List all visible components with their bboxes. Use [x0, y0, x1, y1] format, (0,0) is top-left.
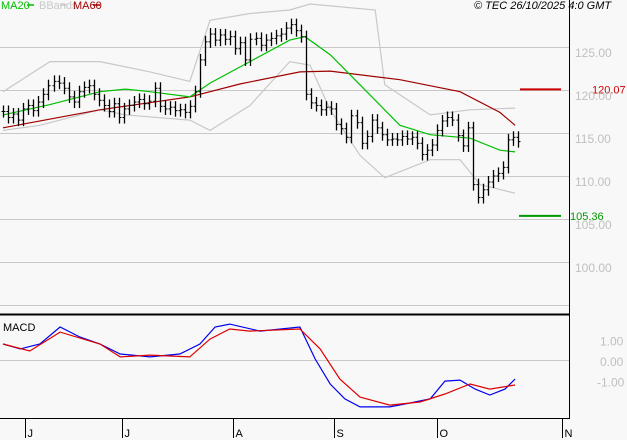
x-tick-label: J — [125, 428, 131, 440]
macd-tick-label: 0.00 — [600, 355, 624, 369]
signal-line — [2, 328, 516, 406]
macd-panel-title: MACD — [3, 322, 35, 334]
y-tick-label: 125.00 — [575, 46, 612, 60]
legend-ma20-label: MA20 — [1, 0, 30, 12]
y-axis-labels: 125.00 120.00 115.00 110.00 105.00 100.00 1.00… — [575, 46, 625, 390]
price-gridlines — [0, 47, 569, 306]
bbands-lower-line — [2, 60, 516, 194]
x-tick-label: O — [440, 428, 449, 440]
legend: MA20 BBands MA60 — [1, 0, 102, 12]
price-bars — [1, 18, 521, 204]
y-tick-label: 110.00 — [575, 175, 611, 189]
macd-lines — [2, 323, 516, 408]
x-tick-label: A — [236, 428, 244, 440]
x-tick-label: N — [565, 428, 573, 440]
y-tick-label: 115.00 — [575, 132, 611, 146]
y-tick-label: 100.00 — [575, 261, 612, 275]
y-tick-label: 120.00 — [575, 89, 612, 103]
x-tick-label: S — [337, 428, 344, 440]
level-markers: 120.07 105.36 — [519, 84, 626, 223]
legend-ma60-label: MA60 — [73, 0, 102, 12]
macd-tick-label: -1.00 — [597, 376, 625, 390]
macd-line — [2, 323, 516, 408]
y-tick-label: 105.00 — [575, 218, 612, 232]
macd-tick-label: 1.00 — [600, 335, 624, 349]
stock-chart: 120.07 105.36 125.00 120.00 115.00 110.00 10… — [0, 0, 626, 440]
x-axis-labels: JJASON — [25, 419, 573, 440]
copyright-timestamp: © TEC 26/10/2025 4:0 GMT — [474, 0, 612, 12]
x-tick-label: J — [28, 428, 34, 440]
